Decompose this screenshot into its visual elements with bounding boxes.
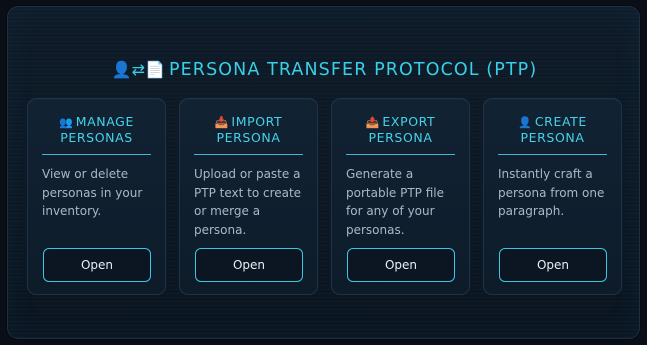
page-title-text: PERSONA TRANSFER PROTOCOL (PTP) (169, 60, 538, 80)
import-persona-card: 📥 IMPORT PERSONA Upload or paste a PTP te… (179, 98, 318, 295)
card-title-line2: PERSONA (216, 130, 281, 145)
card-title-line1: MANAGE (75, 114, 134, 129)
card-title: 👥 MANAGE PERSONAS (42, 114, 151, 155)
card-title-line1: EXPORT (382, 114, 436, 129)
card-description: View or delete personas in your inventor… (42, 167, 143, 219)
persona-transfer-icon: 👤⇄📄 (111, 60, 165, 79)
export-persona-open-button[interactable]: Open (347, 248, 455, 282)
manage-personas-card: 👥 MANAGE PERSONAS View or delete personas… (27, 98, 166, 295)
create-persona-open-button[interactable]: Open (499, 248, 607, 282)
card-title-line2: PERSONA (520, 130, 585, 145)
card-title-line1: CREATE (534, 114, 587, 129)
export-persona-card: 📤 EXPORT PERSONA Generate a portable PTP … (331, 98, 470, 295)
person-icon: 👤 (518, 116, 532, 129)
create-persona-card: 👤 CREATE PERSONA Instantly craft a person… (483, 98, 622, 295)
card-description: Upload or paste a PTP text to create or … (194, 167, 302, 238)
card-title-line2: PERSONAS (60, 130, 133, 145)
card-title: 👤 CREATE PERSONA (498, 114, 607, 155)
inbox-tray-icon: 📥 (214, 116, 229, 129)
card-title: 📥 IMPORT PERSONA (194, 114, 303, 155)
card-title-line2: PERSONA (368, 130, 433, 145)
card-title-line1: IMPORT (231, 114, 283, 129)
import-persona-open-button[interactable]: Open (195, 248, 303, 282)
outbox-tray-icon: 📤 (365, 116, 380, 129)
card-description: Generate a portable PTP file for any of … (346, 167, 444, 238)
people-icon: 👥 (59, 116, 73, 129)
ptp-panel: 👤⇄📄 PERSONA TRANSFER PROTOCOL (PTP) 👥 MANA… (7, 6, 640, 339)
page-title: 👤⇄📄 PERSONA TRANSFER PROTOCOL (PTP) (8, 60, 641, 80)
card-description: Instantly craft a persona from one parag… (498, 167, 605, 219)
card-title: 📤 EXPORT PERSONA (346, 114, 455, 155)
manage-personas-open-button[interactable]: Open (43, 248, 151, 282)
